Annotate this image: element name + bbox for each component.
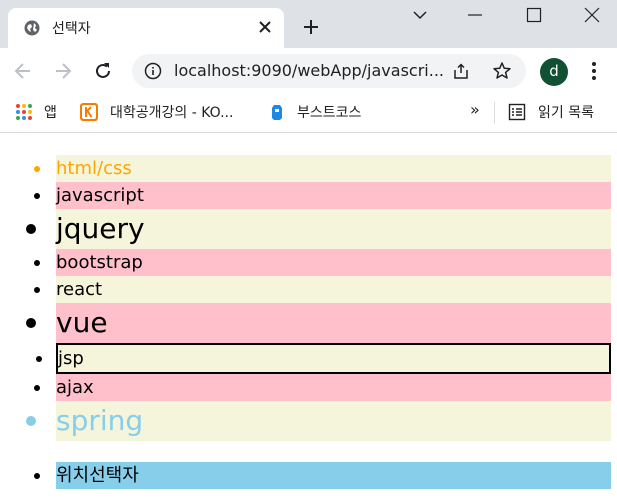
list-item-label: javascript	[56, 185, 144, 206]
list-item-label: bootstrap	[56, 252, 143, 273]
reading-list-label[interactable]: 읽기 목록	[538, 102, 594, 122]
list-item: bootstrap	[34, 249, 611, 276]
close-tab-icon[interactable]	[258, 20, 272, 34]
forward-icon[interactable]	[52, 60, 74, 82]
list-item: jsp	[36, 343, 611, 374]
list-item-label: html/css	[56, 158, 132, 179]
tab-search-chevron-icon[interactable]	[411, 6, 429, 24]
list-item: javascript	[34, 182, 611, 209]
list-item-label: jsp	[58, 348, 84, 369]
apps-grid-icon[interactable]	[15, 103, 33, 121]
list-item-label: ajax	[56, 377, 94, 398]
bullet-marker	[34, 286, 40, 293]
bullet-marker	[36, 355, 42, 362]
browser-tab[interactable]: 선택자	[8, 8, 284, 48]
bookmarks-bar: 앱 대학공개강의 - KO... 부스트코스 » 읽기 목록	[0, 94, 617, 133]
close-window-icon[interactable]	[583, 6, 601, 24]
more-menu-icon[interactable]	[584, 60, 604, 82]
bullet-marker	[34, 165, 40, 172]
reload-icon[interactable]	[92, 60, 114, 82]
url-text[interactable]: localhost:9090/webApp/javascri...	[174, 61, 444, 80]
list-item: spring	[26, 401, 611, 441]
technology-list: html/css javascript jquery bootstrap react vu…	[26, 155, 611, 441]
list-item-label: jquery	[56, 212, 145, 245]
browser-toolbar: localhost:9090/webApp/javascri... d	[0, 48, 617, 94]
list-item-label: vue	[56, 306, 108, 339]
share-icon[interactable]	[452, 62, 470, 80]
position-selector-list: 위치선택자	[34, 462, 611, 489]
bullet-marker	[26, 224, 36, 234]
list-item: react	[34, 276, 611, 303]
site-info-icon[interactable]	[144, 62, 162, 80]
list-item-label: 위치선택자	[56, 465, 139, 486]
list-item: jquery	[26, 209, 611, 249]
bullet-marker	[34, 472, 40, 479]
list-item-label: spring	[56, 404, 144, 437]
page-content: html/css javascript jquery bootstrap react vu…	[0, 134, 617, 498]
maximize-icon[interactable]	[525, 6, 543, 24]
bullet-marker	[26, 318, 36, 328]
bookmark-boostcourse-label[interactable]: 부스트코스	[297, 102, 361, 122]
bookmark-star-icon[interactable]	[492, 61, 512, 81]
back-icon[interactable]	[12, 60, 34, 82]
minimize-icon[interactable]	[466, 6, 484, 24]
bullet-marker	[34, 259, 40, 266]
address-bar[interactable]: localhost:9090/webApp/javascri...	[132, 54, 526, 88]
list-item-label: react	[56, 279, 103, 300]
bookmarks-divider	[494, 102, 495, 124]
bullet-marker	[34, 384, 40, 391]
tab-title: 선택자	[52, 21, 91, 37]
bookmarks-overflow-chevron[interactable]: »	[470, 100, 480, 119]
bullet-marker	[26, 416, 36, 426]
list-item: html/css	[34, 155, 611, 182]
tab-strip: 선택자	[0, 0, 617, 48]
globe-icon	[24, 20, 40, 36]
list-item: ajax	[34, 374, 611, 401]
kocw-icon[interactable]	[80, 103, 98, 121]
boostcourse-icon[interactable]	[268, 103, 286, 121]
reading-list-icon[interactable]	[508, 103, 526, 121]
apps-bookmark-label[interactable]: 앱	[44, 102, 57, 122]
profile-avatar[interactable]: d	[540, 58, 568, 86]
list-item: vue	[26, 303, 611, 343]
bullet-marker	[34, 192, 40, 199]
new-tab-icon[interactable]	[302, 18, 320, 36]
list-item: 위치선택자	[34, 462, 611, 489]
bookmark-kocw-label[interactable]: 대학공개강의 - KO...	[110, 102, 233, 122]
